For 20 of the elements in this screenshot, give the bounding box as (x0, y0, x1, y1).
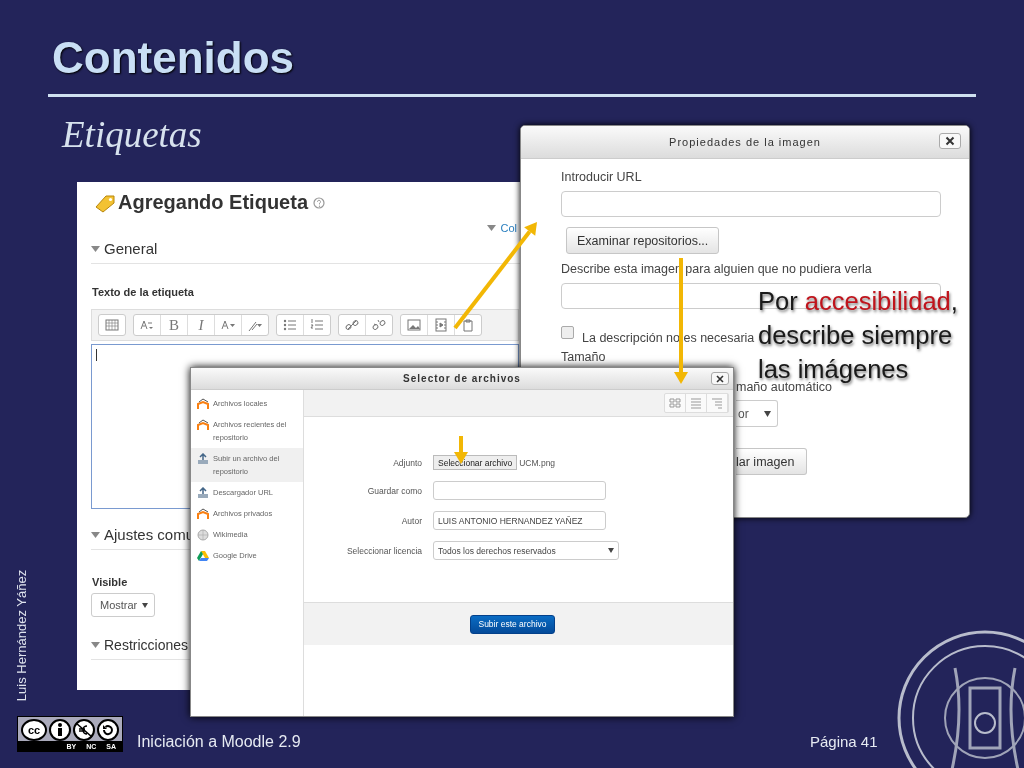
checkbox-label: maño automático (736, 380, 832, 394)
file-name: UCM.png (519, 457, 556, 468)
page-number: Página 41 (810, 733, 878, 750)
field-label: Autor (400, 515, 422, 526)
dialog-title: Selector de archivos (403, 373, 521, 384)
author-name: Luis Hernández Yáñez (14, 568, 29, 703)
slide-subtitle: Etiquetas (62, 113, 202, 157)
field-label: Guardar como (366, 485, 422, 496)
slide-title: Contenidos (51, 32, 294, 84)
form-title: Agregando Etiqueta (118, 191, 308, 214)
field-label: Seleccionar licencia (345, 545, 422, 556)
checkbox-label: La descripción no es necesaria (582, 331, 755, 345)
dialog-title: Propiedades de la imagen (669, 136, 821, 148)
callout-text: Por accesibilidad, describe siempre las imágenes (758, 286, 958, 383)
course-name: Iniciación a Moodle 2.9 (137, 733, 301, 751)
field-label: Tamaño (561, 350, 606, 364)
field-label: Visible (92, 576, 128, 588)
field-label: Adjunto (392, 457, 422, 468)
field-label: Texto de la etiqueta (92, 286, 194, 298)
field-label: Introducir URL (561, 170, 642, 184)
